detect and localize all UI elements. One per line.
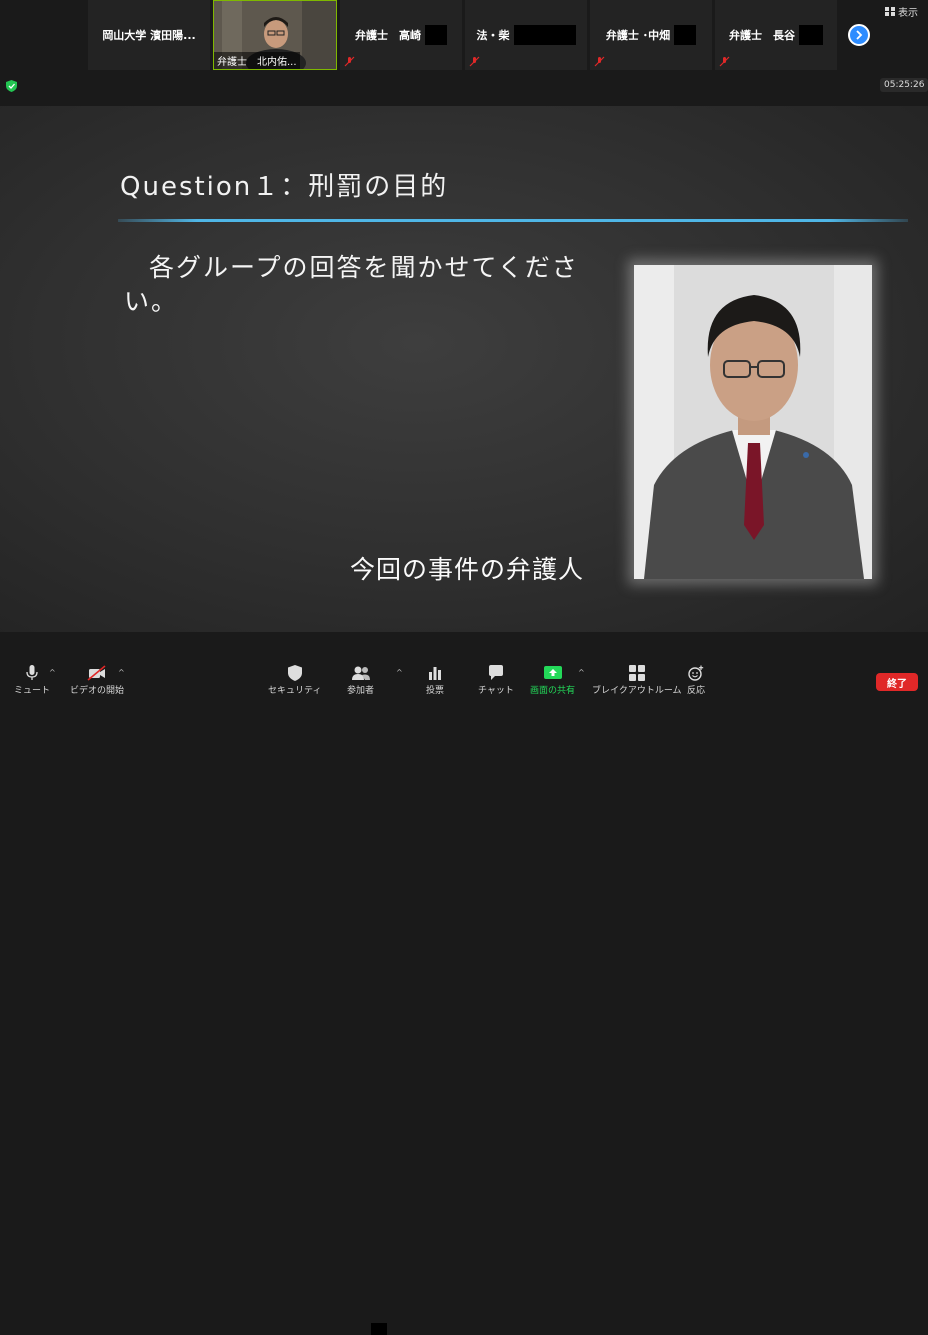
participants-button[interactable]: 参加者 <box>347 665 374 696</box>
chat-button[interactable]: チャット <box>478 665 514 696</box>
participant-strip: 岡山大学 濱田陽... 弁護士 北内佑... 弁護士 高崎 法・柴 弁護士 ･中… <box>0 0 928 72</box>
reactions-button[interactable]: 反応 <box>687 665 705 696</box>
share-screen-button[interactable]: 画面の共有 <box>530 665 575 696</box>
shared-screen: Question１：刑罰の目的 各グループの回答を聞かせてください。 今回の事件… <box>0 106 928 632</box>
participant-tile[interactable]: 弁護士 高崎 <box>340 0 462 70</box>
view-label: 表示 <box>898 8 918 19</box>
redaction-box <box>513 25 576 45</box>
mute-button[interactable]: ミュート <box>14 665 50 696</box>
participant-video-tile[interactable]: 弁護士 北内佑... <box>213 0 337 70</box>
view-button[interactable]: 表示 <box>885 4 918 19</box>
emoji-reaction-icon <box>688 665 704 681</box>
chevron-right-icon <box>856 30 863 40</box>
redaction-box <box>799 25 823 45</box>
mute-label: ミュート <box>14 686 51 696</box>
slide-body-text: 各グループの回答を聞かせてください。 <box>124 253 579 316</box>
slide-divider <box>118 219 908 222</box>
mic-muted-icon <box>594 56 605 67</box>
participants-icon <box>351 666 370 680</box>
participant-name: 弁護士 ･中畑 <box>605 29 671 42</box>
video-options-caret[interactable]: ^ <box>118 668 125 677</box>
chat-bubble-icon <box>488 665 503 680</box>
lawyer-photo-image <box>634 265 872 579</box>
video-off-icon <box>87 665 106 681</box>
mic-muted-icon <box>469 56 480 67</box>
participants-options-caret[interactable]: ^ <box>396 668 403 677</box>
lawyer-photo <box>634 265 872 579</box>
participants-label: 参加者 <box>347 686 375 696</box>
microphone-icon <box>26 665 38 680</box>
breakout-grid-icon <box>628 665 645 681</box>
start-video-label: ビデオの開始 <box>70 686 125 696</box>
participant-name: 法・柴 <box>476 29 510 42</box>
mic-muted-icon <box>344 56 355 67</box>
next-page-button[interactable] <box>848 24 870 46</box>
slide-title: Question１：刑罰の目的 <box>120 172 449 202</box>
security-label: セキュリティ <box>268 686 322 696</box>
chat-label: チャット <box>478 686 514 696</box>
photo-caption: 今回の事件の弁護人 <box>350 555 585 584</box>
encryption-shield-icon[interactable] <box>6 80 17 92</box>
participant-tile[interactable]: 弁護士 長谷 <box>715 0 837 70</box>
participant-tile[interactable]: 弁護士 ･中畑 <box>590 0 712 70</box>
participant-name: 弁護士 北内佑... <box>214 52 300 69</box>
meeting-timer: 05:25:26 <box>880 78 928 92</box>
end-meeting-button[interactable]: 終了 <box>876 673 918 691</box>
polls-label: 投票 <box>426 686 445 696</box>
mute-options-caret[interactable]: ^ <box>49 668 56 677</box>
start-video-button[interactable]: ビデオの開始 <box>70 665 124 696</box>
participant-name: 弁護士 長谷 <box>729 29 795 42</box>
share-options-caret[interactable]: ^ <box>578 668 585 677</box>
poll-bars-icon <box>429 667 441 680</box>
reactions-label: 反応 <box>687 686 706 696</box>
grid-view-icon <box>885 7 895 16</box>
security-button[interactable]: セキュリティ <box>268 665 321 696</box>
breakout-rooms-button[interactable]: ブレイクアウトルーム <box>592 665 682 696</box>
share-screen-icon <box>543 666 562 679</box>
participant-tile[interactable]: 岡山大学 濱田陽... <box>88 0 210 70</box>
mic-muted-icon <box>719 56 730 67</box>
breakout-label: ブレイクアウトルーム <box>592 686 682 696</box>
redaction-box <box>674 25 697 45</box>
share-screen-label: 画面の共有 <box>530 686 576 696</box>
participant-name: 弁護士 高崎 <box>355 29 421 42</box>
security-shield-icon <box>287 665 302 681</box>
polls-button[interactable]: 投票 <box>426 665 444 696</box>
participant-tile[interactable]: 法・柴 <box>465 0 587 70</box>
redaction-box <box>425 25 447 45</box>
participant-count-redaction <box>371 1323 387 1335</box>
meeting-toolbar: ミュート ^ ビデオの開始 ^ セキュリティ 参加者 ^ 投票 チャット 画面の… <box>0 660 928 1335</box>
participant-name: 岡山大学 濱田陽... <box>102 29 196 42</box>
